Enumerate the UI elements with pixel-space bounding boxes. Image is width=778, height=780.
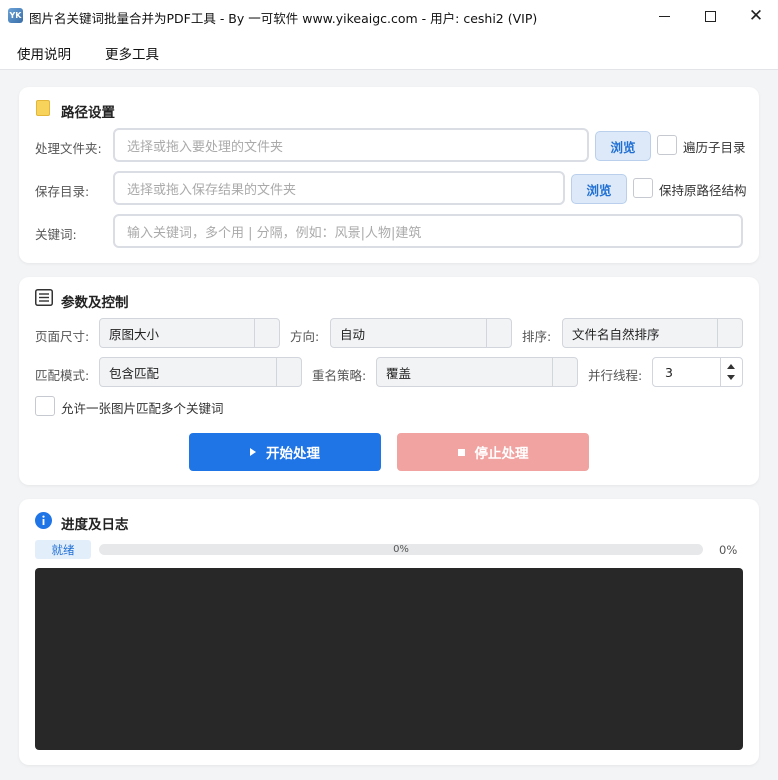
page-size-value: 原图大小 bbox=[109, 326, 160, 342]
traverse-subdirs-label: 遍历子目录 bbox=[683, 140, 746, 155]
sort-label: 排序: bbox=[522, 329, 552, 344]
keep-structure-label: 保持原路径结构 bbox=[659, 183, 747, 198]
menu-item-help[interactable]: 使用说明 bbox=[17, 43, 71, 63]
close-icon: ✕ bbox=[748, 6, 764, 26]
page-size-label: 页面尺寸: bbox=[35, 329, 90, 344]
process-folder-label: 处理文件夹: bbox=[35, 141, 102, 156]
threads-label: 并行线程: bbox=[588, 368, 643, 383]
threads-value: 3 bbox=[665, 364, 673, 380]
process-folder-browse-button[interactable]: 浏览 bbox=[595, 131, 651, 161]
status-badge: 就绪 bbox=[35, 540, 91, 559]
stop-icon bbox=[457, 448, 465, 456]
progress-inner-text: 0% bbox=[393, 544, 409, 555]
minimize-icon bbox=[658, 15, 670, 17]
keywords-input[interactable]: 输入关键词，多个用 | 分隔，例如：风景|人物|建筑 bbox=[113, 214, 743, 248]
maximize-button[interactable] bbox=[687, 0, 733, 32]
folder-icon bbox=[36, 100, 50, 116]
progress-bar: 0% bbox=[99, 544, 703, 555]
select-divider bbox=[486, 319, 487, 347]
page-size-select[interactable]: 原图大小 bbox=[99, 318, 280, 348]
path-settings-card: 路径设置 处理文件夹: 选择或拖入要处理的文件夹 浏览 遍历子目录 保存目录: … bbox=[19, 87, 759, 263]
select-divider bbox=[552, 358, 553, 386]
list-icon bbox=[35, 289, 53, 306]
menu-bar: 使用说明 更多工具 bbox=[0, 32, 778, 70]
rename-policy-select[interactable]: 覆盖 bbox=[376, 357, 578, 387]
maximize-icon bbox=[704, 10, 716, 22]
match-mode-value: 包含匹配 bbox=[109, 365, 160, 381]
save-dir-label: 保存目录: bbox=[35, 184, 90, 199]
close-button[interactable]: ✕ bbox=[733, 0, 778, 32]
info-icon bbox=[35, 512, 52, 529]
rename-policy-label: 重名策略: bbox=[312, 368, 367, 383]
select-divider bbox=[254, 319, 255, 347]
match-mode-label: 匹配模式: bbox=[35, 368, 90, 383]
spin-arrows bbox=[720, 358, 742, 386]
orientation-label: 方向: bbox=[290, 329, 320, 344]
play-icon bbox=[250, 448, 256, 456]
params-card: 参数及控制 页面尺寸: 原图大小 方向: 自动 排序: 文件名自然排序 匹配模式… bbox=[19, 277, 759, 485]
menu-item-more-tools[interactable]: 更多工具 bbox=[105, 43, 159, 63]
threads-spinbox[interactable]: 3 bbox=[652, 357, 743, 387]
keep-structure-checkbox[interactable] bbox=[633, 178, 653, 198]
orientation-select[interactable]: 自动 bbox=[330, 318, 512, 348]
path-settings-title: 路径设置 bbox=[61, 105, 115, 121]
traverse-subdirs-checkbox[interactable] bbox=[657, 135, 677, 155]
spin-down-icon[interactable] bbox=[727, 375, 735, 380]
multi-match-checkbox[interactable] bbox=[35, 396, 55, 416]
save-dir-browse-button[interactable]: 浏览 bbox=[571, 174, 627, 204]
log-output[interactable] bbox=[35, 568, 743, 750]
app-logo-icon: YK bbox=[8, 8, 23, 23]
rename-policy-value: 覆盖 bbox=[386, 365, 412, 381]
save-dir-input[interactable]: 选择或拖入保存结果的文件夹 bbox=[113, 171, 565, 205]
match-mode-select[interactable]: 包含匹配 bbox=[99, 357, 302, 387]
progress-percent: 0% bbox=[719, 543, 738, 557]
stop-button[interactable]: 停止处理 bbox=[397, 433, 589, 471]
minimize-button[interactable] bbox=[641, 0, 687, 32]
orientation-value: 自动 bbox=[340, 326, 366, 342]
sort-value: 文件名自然排序 bbox=[572, 326, 660, 342]
params-title: 参数及控制 bbox=[61, 295, 129, 311]
start-button-label: 开始处理 bbox=[266, 446, 320, 462]
sort-select[interactable]: 文件名自然排序 bbox=[562, 318, 743, 348]
start-button[interactable]: 开始处理 bbox=[189, 433, 381, 471]
title-bar: YK 图片名关键词批量合并为PDF工具 - By 一可软件 www.yikeai… bbox=[0, 0, 778, 32]
keywords-label: 关键词: bbox=[35, 227, 77, 242]
multi-match-label: 允许一张图片匹配多个关键词 bbox=[61, 401, 224, 416]
process-folder-input[interactable]: 选择或拖入要处理的文件夹 bbox=[113, 128, 589, 162]
select-divider bbox=[717, 319, 718, 347]
select-divider bbox=[276, 358, 277, 386]
spin-up-icon[interactable] bbox=[727, 364, 735, 369]
stop-button-label: 停止处理 bbox=[474, 446, 529, 462]
window-title: 图片名关键词批量合并为PDF工具 - By 一可软件 www.yikeaigc.… bbox=[29, 11, 538, 26]
log-title: 进度及日志 bbox=[61, 517, 129, 533]
log-card: 进度及日志 就绪 0% 0% bbox=[19, 499, 759, 765]
